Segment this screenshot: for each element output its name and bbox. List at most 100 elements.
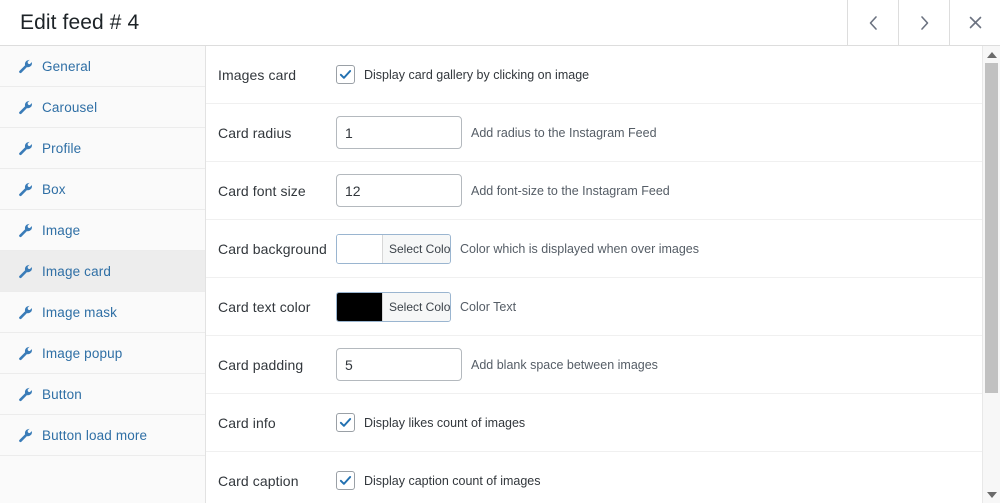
chevron-left-icon (867, 14, 880, 32)
wrench-icon (18, 59, 33, 74)
setting-label-card-text-color: Card text color (218, 298, 311, 315)
wrench-glyph (19, 59, 32, 73)
edit-feed-modal: Edit feed # 4 General Carousel Profile Box I… (0, 0, 1000, 503)
sidebar-item-image[interactable]: Image (0, 210, 205, 251)
checkmark-glyph (339, 417, 352, 427)
sidebar-item-box[interactable]: Box (0, 169, 205, 210)
setting-label-card-info: Card info (218, 414, 276, 431)
images-card-checkbox-label: Display card gallery by clicking on imag… (364, 67, 590, 82)
card-padding-input[interactable] (336, 348, 462, 381)
wrench-icon (18, 141, 33, 156)
card-info-checkbox-label: Display likes count of images (364, 415, 526, 430)
wrench-icon (18, 100, 33, 115)
sidebar-item-label: General (42, 58, 92, 74)
setting-label-card-background: Card background (218, 240, 327, 257)
card-background-color-swatch[interactable] (337, 234, 383, 263)
sidebar-item-label: Image popup (42, 345, 123, 361)
sidebar-item-label: Profile (42, 140, 82, 156)
scroll-down-arrow[interactable] (983, 486, 1000, 503)
sidebar-item-label: Button (42, 386, 82, 402)
card-caption-checkbox-label: Display caption count of images (364, 473, 541, 488)
setting-label-card-radius: Card radius (218, 124, 292, 141)
checkmark-glyph (339, 475, 352, 485)
card-padding-hint: Add blank space between images (471, 357, 658, 372)
sidebar-item-image-card[interactable]: Image card (0, 251, 205, 292)
wrench-glyph (19, 305, 32, 319)
sidebar-item-label: Button load more (42, 427, 148, 443)
setting-control-images-card: Display card gallery by clicking on imag… (336, 65, 1000, 84)
setting-row-card-background: Card background Select Color Color which i… (206, 220, 1000, 278)
sidebar-item-image-popup[interactable]: Image popup (0, 333, 205, 374)
card-text-color-hint: Color Text (460, 299, 517, 314)
sidebar-item-label: Image card (42, 263, 112, 279)
scrollbar-thumb[interactable] (985, 63, 998, 393)
setting-row-card-info: Card info Display likes count of images (206, 394, 1000, 452)
triangle-down-icon (986, 491, 997, 498)
card-background-select-color-button[interactable]: Select Color (383, 234, 450, 263)
sidebar-item-label: Image mask (42, 304, 118, 320)
settings-panel: Images card Display card gallery by click… (206, 46, 1000, 503)
sidebar-item-label: Carousel (42, 99, 98, 115)
setting-control-card-background: Select Color Color which is displayed whe… (336, 233, 1000, 264)
card-info-checkbox-wrap: Display likes count of images (336, 413, 525, 432)
setting-row-images-card: Images card Display card gallery by click… (206, 46, 1000, 104)
card-caption-checkbox-wrap: Display caption count of images (336, 471, 540, 490)
card-font-size-input[interactable] (336, 174, 462, 207)
setting-row-card-radius: Card radius Add radius to the Instagram F… (206, 104, 1000, 162)
wrench-glyph (19, 223, 32, 237)
wrench-icon (18, 428, 33, 443)
card-radius-hint: Add radius to the Instagram Feed (471, 125, 657, 140)
wrench-icon (18, 223, 33, 238)
setting-label-card-font-size: Card font size (218, 182, 306, 199)
setting-control-card-caption: Display caption count of images (336, 471, 1000, 490)
setting-control-card-radius: Add radius to the Instagram Feed (336, 116, 1000, 149)
setting-control-card-font-size: Add font-size to the Instagram Feed (336, 174, 1000, 207)
setting-label-card-padding: Card padding (218, 356, 304, 373)
card-text-color-color-swatch[interactable] (337, 292, 383, 321)
card-info-checkbox[interactable] (336, 413, 355, 432)
setting-row-card-text-color: Card text color Select Color Color Text (206, 278, 1000, 336)
setting-row-card-padding: Card padding Add blank space between imag… (206, 336, 1000, 394)
wrench-icon (18, 305, 33, 320)
triangle-up-icon (986, 51, 997, 58)
sidebar-item-profile[interactable]: Profile (0, 128, 205, 169)
wrench-glyph (19, 387, 32, 401)
vertical-scrollbar[interactable] (982, 46, 1000, 503)
sidebar-item-image-mask[interactable]: Image mask (0, 292, 205, 333)
card-text-color-select-color-button[interactable]: Select Color (383, 292, 450, 321)
images-card-checkbox[interactable] (336, 65, 355, 84)
checkmark-glyph (339, 69, 352, 79)
modal-header: Edit feed # 4 (0, 0, 1000, 46)
wrench-glyph (19, 346, 32, 360)
sidebar-item-button-load-more[interactable]: Button load more (0, 415, 205, 456)
scrollbar-track[interactable] (983, 63, 1000, 486)
wrench-icon (18, 346, 33, 361)
next-feed-button[interactable] (898, 0, 949, 45)
sidebar-item-carousel[interactable]: Carousel (0, 87, 205, 128)
setting-control-card-text-color: Select Color Color Text (336, 291, 1000, 322)
card-background-hint: Color which is displayed when over image… (460, 241, 700, 256)
scroll-up-arrow[interactable] (983, 46, 1000, 63)
close-modal-button[interactable] (949, 0, 1000, 45)
card-radius-input[interactable] (336, 116, 462, 149)
sidebar-item-label: Image (42, 222, 81, 238)
setting-control-card-padding: Add blank space between images (336, 348, 1000, 381)
modal-body: General Carousel Profile Box Image Image card… (0, 46, 1000, 503)
setting-row-card-font-size: Card font size Add font-size to the Insta… (206, 162, 1000, 220)
card-caption-checkbox[interactable] (336, 471, 355, 490)
wrench-icon (18, 264, 33, 279)
sidebar-item-button[interactable]: Button (0, 374, 205, 415)
card-font-size-hint: Add font-size to the Instagram Feed (471, 183, 670, 198)
wrench-icon (18, 182, 33, 197)
sidebar-item-general[interactable]: General (0, 46, 205, 87)
prev-feed-button[interactable] (847, 0, 898, 45)
close-icon (968, 15, 983, 30)
setting-control-card-info: Display likes count of images (336, 413, 1000, 432)
wrench-glyph (19, 428, 32, 442)
card-background-color-picker[interactable]: Select Color (336, 233, 451, 264)
settings-sidebar: General Carousel Profile Box Image Image card… (0, 46, 206, 503)
wrench-glyph (19, 182, 32, 196)
setting-label-card-caption: Card caption (218, 472, 299, 489)
card-text-color-color-picker[interactable]: Select Color (336, 291, 451, 322)
wrench-glyph (19, 100, 32, 114)
